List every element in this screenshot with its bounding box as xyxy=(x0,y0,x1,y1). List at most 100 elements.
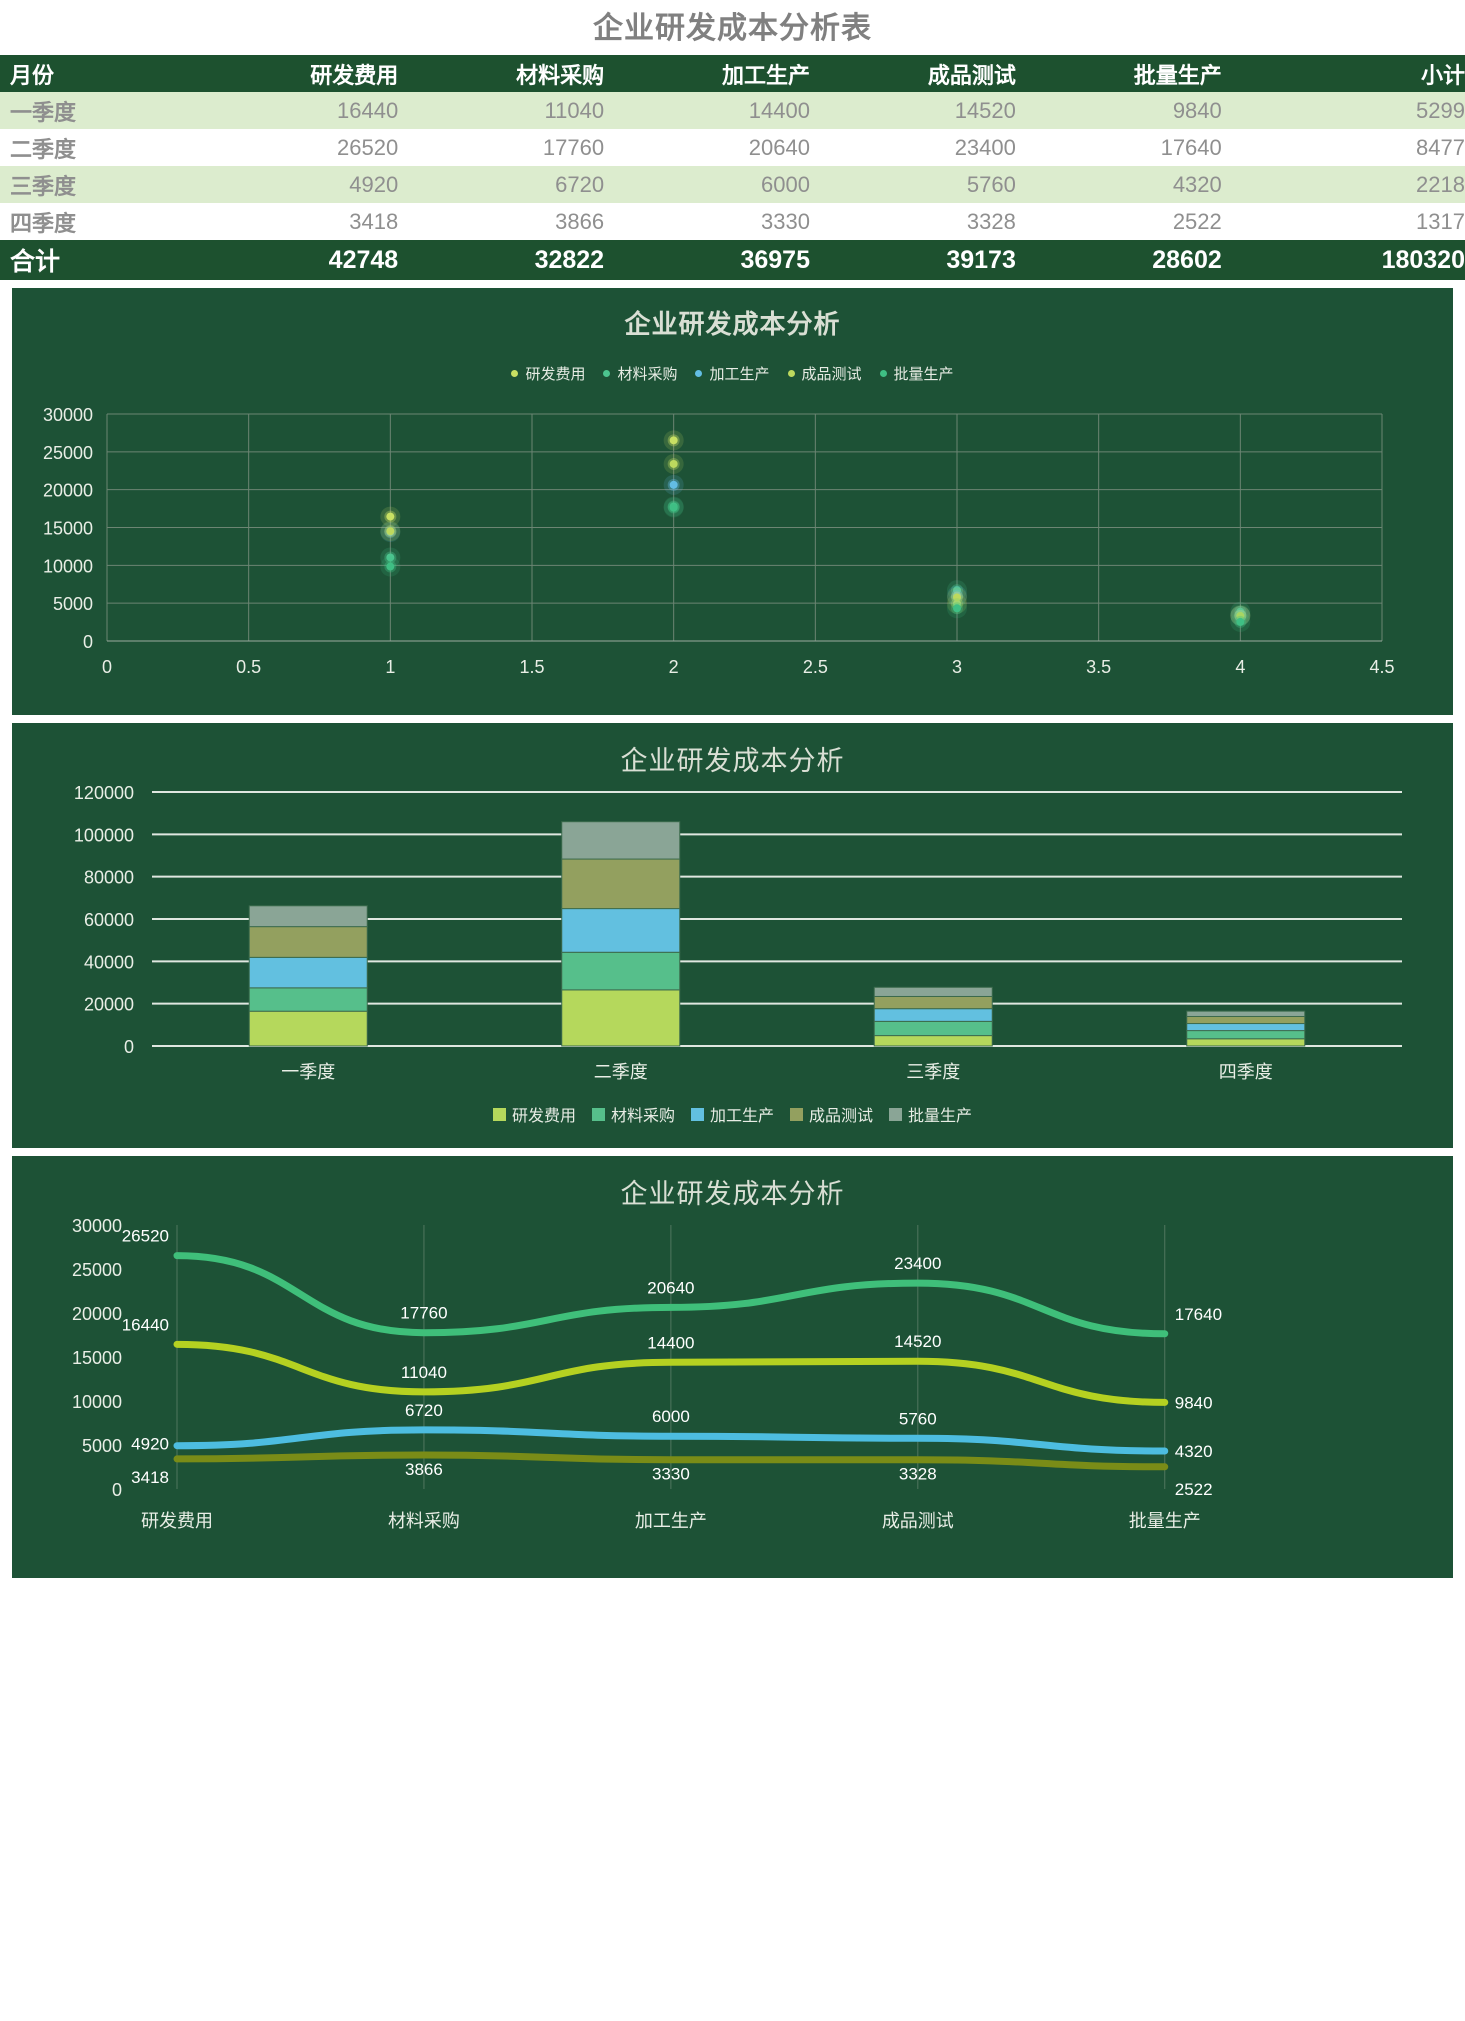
table-header-cell-5: 批量生产 xyxy=(1133,62,1222,88)
svg-text:4: 4 xyxy=(1235,657,1245,677)
legend-item: 加工生产 xyxy=(695,363,770,384)
legend-item: 材料采购 xyxy=(603,363,677,384)
svg-text:20000: 20000 xyxy=(72,1304,122,1324)
svg-text:加工生产: 加工生产 xyxy=(635,1511,707,1531)
table-row: 三季度 4920 6720 6000 5760 4320 2218 xyxy=(0,166,1465,203)
table-row: 四季度 3418 3866 3330 3328 2522 1317 xyxy=(0,203,1465,240)
svg-text:3: 3 xyxy=(952,657,962,677)
svg-text:9840: 9840 xyxy=(1175,1393,1213,1412)
table-cell: 26520 xyxy=(337,134,399,160)
table-total-row: 合计 42748 32822 36975 39173 28602 180320 xyxy=(0,240,1465,280)
bar-svg: 0 20000 40000 60000 80000 100000 120000 一季度 二季度 三… xyxy=(74,783,1402,1082)
svg-text:14400: 14400 xyxy=(647,1333,694,1352)
table-cell: 8477 xyxy=(1416,134,1465,160)
bar-chart-legend: 研发费用 材料采购 加工生产 成品测试 批量生产 xyxy=(12,1102,1453,1126)
table-head: 月份 研发费用 材料采购 加工生产 成品测试 批量生产 小计 xyxy=(0,55,1465,92)
svg-text:一季度: 一季度 xyxy=(281,1062,335,1082)
line-svg: 0 5000 10000 15000 20000 25000 30000 研发费用 材料采购 加工… xyxy=(72,1216,1222,1531)
table-cell: 20640 xyxy=(748,134,810,160)
table-cell: 14400 xyxy=(748,97,810,123)
svg-text:4320: 4320 xyxy=(1175,1442,1213,1461)
table-cell: 2522 xyxy=(1172,208,1222,234)
scatter-chart-panel: 企业研发成本分析 研发费用 材料采购 加工生产 成品测试 批量生产 0 5000… xyxy=(12,288,1453,715)
table-cell: 4320 xyxy=(1172,171,1222,197)
total-cell: 180320 xyxy=(1381,245,1465,274)
svg-text:10000: 10000 xyxy=(72,1392,122,1412)
svg-text:30000: 30000 xyxy=(72,1216,122,1236)
legend-label: 成品测试 xyxy=(809,1108,874,1125)
table-row: 一季度 16440 11040 14400 14520 9840 5299 xyxy=(0,92,1465,129)
total-label: 合计 xyxy=(10,248,61,276)
svg-text:120000: 120000 xyxy=(74,783,134,803)
table-cell: 5760 xyxy=(966,171,1016,197)
legend-swatch-icon xyxy=(492,1107,506,1121)
svg-text:20000: 20000 xyxy=(84,995,134,1015)
svg-text:11040: 11040 xyxy=(401,1363,447,1382)
legend-item: 研发费用 xyxy=(492,1102,576,1126)
svg-text:2: 2 xyxy=(669,657,679,677)
legend-label: 材料采购 xyxy=(610,1108,675,1125)
svg-text:23400: 23400 xyxy=(894,1254,941,1273)
svg-text:0: 0 xyxy=(83,632,93,652)
svg-text:6000: 6000 xyxy=(652,1407,690,1426)
svg-text:20640: 20640 xyxy=(647,1278,694,1297)
svg-text:16440: 16440 xyxy=(122,1315,169,1334)
table-cell: 1317 xyxy=(1416,208,1465,234)
svg-text:25000: 25000 xyxy=(43,443,93,463)
total-cell: 32822 xyxy=(534,245,605,274)
bar-chart-title: 企业研发成本分析 xyxy=(620,746,845,776)
row-label: 四季度 xyxy=(10,210,77,236)
table-body: 一季度 16440 11040 14400 14520 9840 5299 二季… xyxy=(0,92,1465,280)
scatter-chart-title: 企业研发成本分析 xyxy=(624,309,841,339)
legend-dot-icon xyxy=(695,370,703,377)
table-cell: 6000 xyxy=(761,171,810,197)
legend-label: 批量生产 xyxy=(908,1108,973,1125)
svg-text:3.5: 3.5 xyxy=(1086,657,1111,677)
table-cell: 2218 xyxy=(1416,171,1465,197)
row-label: 二季度 xyxy=(10,136,77,162)
table-cell: 6720 xyxy=(555,171,605,197)
stacked-bar-chart-panel: 企业研发成本分析 0 20000 40000 60000 80000 100000 1200… xyxy=(12,723,1453,1148)
svg-text:5000: 5000 xyxy=(53,594,93,614)
table-row: 二季度 26520 17760 20640 23400 17640 8477 xyxy=(0,129,1465,166)
legend-item: 批量生产 xyxy=(879,363,954,384)
svg-text:0: 0 xyxy=(112,1480,122,1500)
table-cell: 14520 xyxy=(954,97,1016,123)
legend-label: 批量生产 xyxy=(893,366,954,383)
table-header-cell-6: 小计 xyxy=(1420,62,1465,88)
svg-text:三季度: 三季度 xyxy=(906,1062,960,1082)
legend-dot-icon xyxy=(787,370,795,377)
table-cell: 23400 xyxy=(954,134,1016,160)
legend-dot-icon xyxy=(603,370,611,377)
svg-text:3866: 3866 xyxy=(405,1460,443,1479)
svg-text:4920: 4920 xyxy=(131,1435,169,1454)
line-chart-title: 企业研发成本分析 xyxy=(620,1179,845,1209)
table-cell: 3330 xyxy=(761,208,810,234)
svg-text:0: 0 xyxy=(102,657,112,677)
svg-text:30000: 30000 xyxy=(43,405,93,425)
svg-text:0: 0 xyxy=(124,1037,134,1057)
legend-swatch-icon xyxy=(591,1107,605,1121)
table-header-cell-4: 成品测试 xyxy=(927,62,1016,88)
legend-label: 研发费用 xyxy=(511,1108,576,1125)
scatter-chart-legend: 研发费用 材料采购 加工生产 成品测试 批量生产 xyxy=(12,363,1453,384)
table-cell: 11040 xyxy=(544,97,605,123)
svg-text:3328: 3328 xyxy=(899,1465,937,1484)
total-cell: 36975 xyxy=(740,245,810,274)
svg-text:1.5: 1.5 xyxy=(519,657,544,677)
svg-text:25000: 25000 xyxy=(72,1260,122,1280)
table-cell: 3418 xyxy=(349,208,399,234)
svg-text:17640: 17640 xyxy=(1175,1305,1222,1324)
legend-swatch-icon xyxy=(690,1107,704,1121)
svg-text:5000: 5000 xyxy=(82,1436,122,1456)
svg-text:3330: 3330 xyxy=(652,1465,690,1484)
total-cell: 39173 xyxy=(946,245,1016,274)
table-cell: 9840 xyxy=(1172,97,1222,123)
row-label: 三季度 xyxy=(10,173,77,199)
total-cell: 42748 xyxy=(328,245,399,274)
svg-text:40000: 40000 xyxy=(84,952,134,972)
svg-text:20000: 20000 xyxy=(43,481,93,501)
table-header-row: 月份 研发费用 材料采购 加工生产 成品测试 批量生产 小计 xyxy=(0,55,1465,92)
svg-text:15000: 15000 xyxy=(72,1348,122,1368)
table-cell: 5299 xyxy=(1416,97,1465,123)
